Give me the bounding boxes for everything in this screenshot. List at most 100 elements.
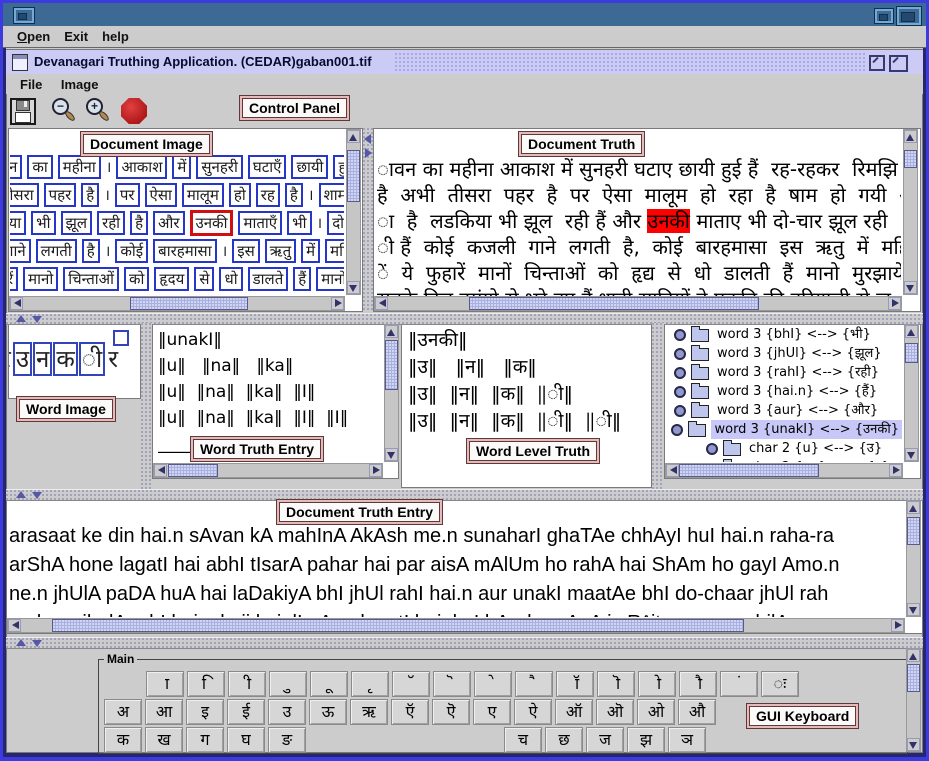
keyboard-key[interactable]: ौ <box>679 671 717 697</box>
tree-expand-handle-icon[interactable] <box>674 404 686 417</box>
keyboard-key[interactable]: े <box>474 671 512 697</box>
document-image-word[interactable]: हैं <box>293 267 312 291</box>
tree-expand-handle-icon[interactable] <box>671 423 684 436</box>
keyboard-key[interactable]: ॅ <box>392 671 430 697</box>
scroll-thumb[interactable] <box>904 150 917 168</box>
document-image-word[interactable]: में <box>172 155 192 179</box>
vertical-split-divider[interactable] <box>363 128 373 312</box>
tree-expand-handle-icon[interactable] <box>706 442 718 455</box>
split-collapse-up-icon[interactable] <box>16 315 26 322</box>
keyboard-key[interactable]: ी <box>228 671 266 697</box>
scroll-down-icon[interactable] <box>904 281 917 294</box>
scroll-thumb[interactable] <box>130 297 248 310</box>
document-image-word[interactable]: रह <box>255 183 280 207</box>
document-image-word[interactable]: । <box>317 213 323 233</box>
scroll-thumb[interactable] <box>907 664 920 692</box>
document-image-word[interactable]: पहर <box>43 183 77 207</box>
document-truth-line[interactable]: ा है लडकिया भी झूल रही हैं और उनकी माताए… <box>377 208 901 234</box>
word-truth-h-scrollbar[interactable] <box>153 463 383 478</box>
word-truth-entry-line[interactable]: ‖u‖ ‖na‖ ‖ka‖ ‖I‖ ‖I‖ <box>158 405 382 431</box>
scroll-down-icon[interactable] <box>385 448 398 461</box>
keyboard-key[interactable]: ु <box>269 671 307 697</box>
keyboard-key[interactable]: ं <box>720 671 758 697</box>
split-collapse-up-icon[interactable] <box>16 639 26 646</box>
keyboard-key[interactable]: ऐ <box>514 699 552 725</box>
word-truth-entry-line[interactable]: ‖u‖ ‖na‖ ‖ka‖ ‖I‖ <box>158 379 382 405</box>
word-level-truth-line[interactable]: ‖उ‖ ‖न‖ ‖क‖ ‖ी‖ ‖ी‖ <box>408 408 646 435</box>
document-image-word[interactable]: भी <box>31 211 56 235</box>
menu-image[interactable]: Image <box>61 77 99 92</box>
word-level-truth-line[interactable]: ‖उ‖ ‖न‖ ‖क‖ ‖ी‖ <box>408 381 646 408</box>
tree-expand-handle-icon[interactable] <box>674 328 686 341</box>
menu-file[interactable]: File <box>20 77 42 92</box>
document-image-word[interactable]: रही <box>97 211 126 235</box>
split-collapse-up-icon[interactable] <box>16 491 26 498</box>
zoom-out-icon[interactable]: − <box>50 97 77 123</box>
keyboard-key[interactable]: क <box>104 727 142 753</box>
scroll-right-icon[interactable] <box>891 619 904 632</box>
keyboard-key[interactable]: उ <box>268 699 306 725</box>
document-image-word[interactable]: भी <box>287 211 312 235</box>
tree-node[interactable]: word 3 {jhUl} <--> {झूल} <box>666 344 902 363</box>
vertical-split-divider[interactable] <box>141 323 152 489</box>
document-image-word[interactable]: पर <box>114 183 140 207</box>
document-truth-v-scrollbar[interactable] <box>903 129 918 295</box>
scroll-right-icon[interactable] <box>888 297 901 310</box>
document-image-word[interactable]: छायी <box>291 155 329 179</box>
truth-entry-line[interactable]: ne.n jhUlA paDA huA hai laDakiyA bhI jhU… <box>9 580 905 609</box>
menu-item-help[interactable]: help <box>102 29 129 44</box>
document-image-word-selected[interactable]: उनकी <box>189 210 234 236</box>
scroll-thumb[interactable] <box>347 150 360 202</box>
keyboard-key[interactable]: इ <box>186 699 224 725</box>
scroll-left-icon[interactable] <box>8 619 21 632</box>
keyboard-key[interactable]: ङ <box>268 727 306 753</box>
scroll-right-icon[interactable] <box>889 464 902 477</box>
scroll-down-icon[interactable] <box>907 738 920 751</box>
keyboard-key[interactable]: ः <box>761 671 799 697</box>
tree-node[interactable]: word 3 {hai.n} <--> {हैं} <box>666 382 902 401</box>
document-image-word[interactable]: महीना <box>57 155 101 179</box>
keyboard-key[interactable]: ऊ <box>309 699 347 725</box>
keyboard-key[interactable]: औ <box>678 699 716 725</box>
tree-expand-handle-icon[interactable] <box>674 347 686 360</box>
scroll-up-icon[interactable] <box>347 130 360 143</box>
document-image-word[interactable]: । <box>104 185 110 205</box>
keyboard-key[interactable]: ञ <box>668 727 706 753</box>
scroll-thumb[interactable] <box>907 517 920 545</box>
scroll-up-icon[interactable] <box>904 130 917 143</box>
document-image-word[interactable]: महिला <box>325 239 344 263</box>
document-image-word[interactable]: कोई <box>115 239 149 263</box>
document-image-word[interactable]: गाने <box>10 239 31 263</box>
document-image-word[interactable]: हो <box>228 183 251 207</box>
word-truth-entry-line[interactable]: ‖u‖ ‖na‖ ‖ka‖ <box>158 353 382 379</box>
keyboard-v-scrollbar[interactable] <box>906 648 921 752</box>
keyboard-key[interactable]: ओ <box>637 699 675 725</box>
document-image-word[interactable]: है <box>81 239 100 263</box>
scroll-left-icon[interactable] <box>154 464 167 477</box>
document-image-word[interactable]: का <box>27 155 53 179</box>
document-truth-line[interactable]: ावन का महीना आकाश में सुनहरी घटाए छायी ह… <box>377 156 901 182</box>
menu-item-exit[interactable]: Exit <box>64 29 88 44</box>
keyboard-key[interactable]: झ <box>627 727 665 753</box>
document-image-word[interactable]: डालते <box>247 267 289 291</box>
document-image-word[interactable]: रें <box>10 267 19 291</box>
keyboard-key[interactable]: आ <box>145 699 183 725</box>
keyboard-key[interactable]: ऑ <box>555 699 593 725</box>
document-image-word[interactable]: धो <box>219 267 243 291</box>
keyboard-key[interactable]: ॉ <box>556 671 594 697</box>
scroll-thumb[interactable] <box>168 464 218 477</box>
scroll-right-icon[interactable] <box>369 464 382 477</box>
tree-h-scrollbar[interactable] <box>665 463 903 478</box>
word-level-truth-line[interactable]: ‖उनकी‖ <box>408 327 646 354</box>
split-collapse-left-icon[interactable] <box>364 134 371 144</box>
keyboard-key[interactable]: छ <box>545 727 583 753</box>
document-image-word[interactable]: । <box>106 157 112 177</box>
document-image-word[interactable]: हृदय <box>154 267 190 291</box>
scroll-thumb[interactable] <box>679 464 819 477</box>
tree-node[interactable]: word 3 {rahI} <--> {रही} <box>666 363 902 382</box>
keyboard-key[interactable]: ृ <box>351 671 389 697</box>
tree-node[interactable]: char 2 {na} <--> {न} <box>666 458 902 462</box>
document-image-word[interactable]: और <box>153 211 185 235</box>
document-image-word[interactable]: न <box>10 155 23 179</box>
truth-entry-line[interactable]: arasaat ke din hai.n sAvan kA mahInA AkA… <box>9 522 905 551</box>
